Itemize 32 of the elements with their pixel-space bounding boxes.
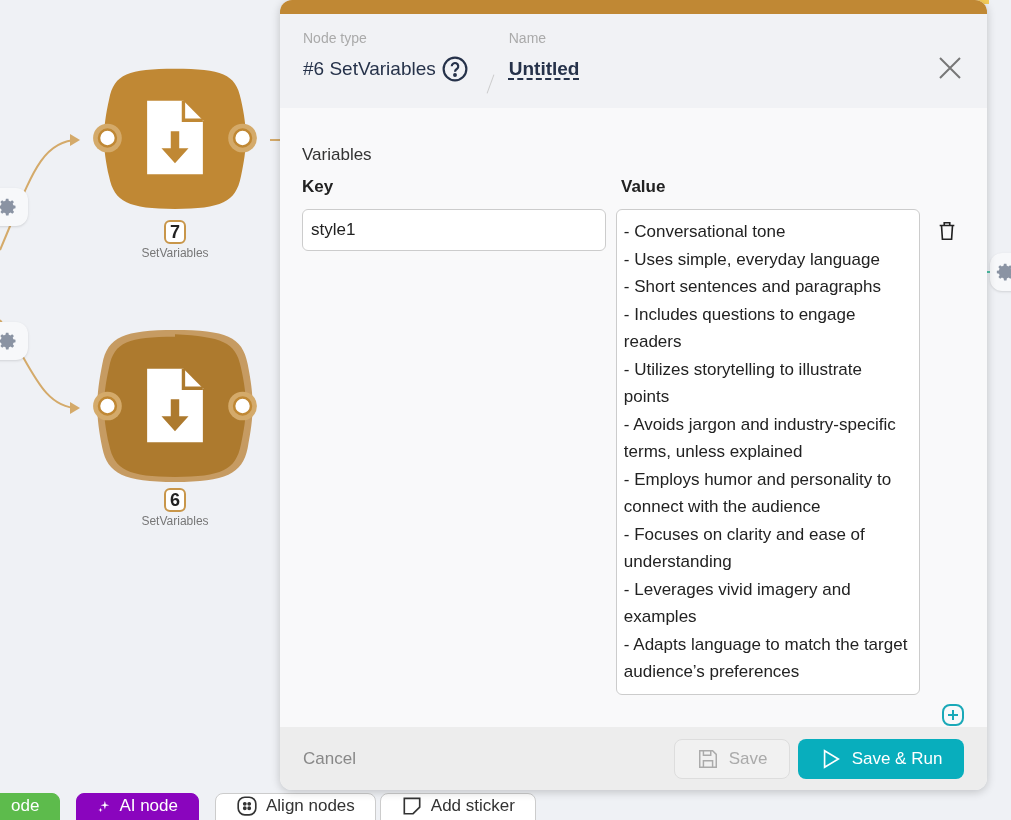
node-number: 6: [164, 488, 186, 512]
output-port[interactable]: [228, 123, 257, 153]
output-port[interactable]: [228, 391, 257, 421]
field-label: Name: [508, 29, 548, 48]
section-title: Variables: [302, 144, 373, 166]
add-icon[interactable]: [941, 702, 965, 727]
value-field[interactable]: - Conversational tone - Uses simple, everyday language - Short sentences and paragraphs - Includes questions to engage readers - Utilizes storytelling to illustrate points - Avoids jargon and industry-specific terms, unless explained - Employs humor and personality to connect with the audience - Focuses on clarity and ease of understanding - Leverages vivid imagery and examples - Adapts language to match the target audience’s preferences: [615, 209, 920, 695]
file-download-icon: [147, 100, 203, 175]
key-field[interactable]: style1: [302, 209, 606, 251]
column-header: Key: [302, 175, 335, 198]
file-download-icon: [147, 368, 203, 443]
field-label: Node type: [303, 29, 368, 48]
dots-icon: [236, 795, 258, 817]
sticker-icon: [400, 795, 423, 817]
settings-icon: [0, 331, 18, 351]
settings-icon: [996, 262, 1011, 282]
add-sticker-button[interactable]: Add sticker: [379, 793, 536, 820]
align-nodes-button[interactable]: Align nodes: [215, 793, 376, 820]
input-port[interactable]: [93, 123, 122, 153]
name-field[interactable]: Untitled: [508, 55, 580, 84]
settings-icon: [0, 197, 18, 217]
input-port[interactable]: [93, 391, 122, 421]
ai-node-button[interactable]: AI node: [76, 793, 199, 820]
node-number: 7: [164, 220, 186, 244]
node-type: #6 SetVariables: [303, 57, 436, 81]
settings-button[interactable]: [0, 322, 28, 360]
help-icon[interactable]: [441, 56, 468, 83]
close-icon[interactable]: [938, 56, 962, 80]
node-label: SetVariables: [141, 245, 209, 262]
column-header: Value: [621, 175, 666, 198]
node-label: SetVariables: [141, 513, 209, 530]
settings-button[interactable]: [0, 188, 28, 226]
